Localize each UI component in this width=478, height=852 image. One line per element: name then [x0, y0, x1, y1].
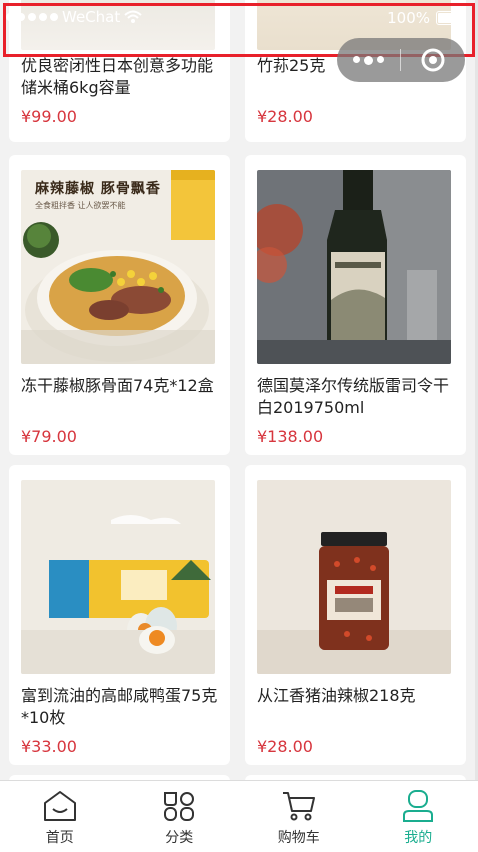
- tab-bar: 首页 分类 购物车 我的: [0, 780, 478, 852]
- chili-oil-image: [257, 480, 451, 674]
- product-card[interactable]: 富到流油的高邮咸鸭蛋75克*10枚 ¥33.00: [9, 465, 230, 765]
- tab-category-label: 分类: [165, 830, 194, 846]
- product-image: 麻辣藤椒 豚骨飘香 全食粗拌香 让人欲罢不能: [21, 170, 215, 364]
- tab-cart[interactable]: 购物车: [239, 781, 359, 852]
- tab-home-label: 首页: [45, 830, 74, 846]
- noodle-headline: 麻辣藤椒 豚骨飘香: [35, 181, 161, 197]
- product-title: 富到流油的高邮咸鸭蛋75克*10枚: [21, 686, 218, 727]
- close-button[interactable]: [401, 47, 464, 73]
- close-circle-icon: [421, 48, 444, 72]
- product-title: 德国莫泽尔传统版雷司令干白2019750ml: [257, 376, 450, 417]
- capsule-menu: [337, 38, 465, 82]
- product-image: [257, 480, 451, 674]
- product-image: [257, 170, 451, 364]
- noodle-subline: 全食粗拌香 让人欲罢不能: [35, 201, 126, 210]
- tab-home[interactable]: 首页: [0, 781, 120, 852]
- tab-cart-label: 购物车: [277, 830, 320, 846]
- product-price: ¥99.00: [21, 107, 77, 126]
- product-title: 冻干藤椒豚骨面74克*12盒: [21, 376, 214, 395]
- tab-category[interactable]: 分类: [120, 781, 240, 852]
- wine-image: [257, 170, 451, 364]
- product-price: ¥28.00: [257, 107, 313, 126]
- profile-icon: [403, 790, 434, 822]
- product-price: ¥33.00: [21, 737, 77, 756]
- product-card[interactable]: 德国莫泽尔传统版雷司令干白2019750ml ¥138.00: [245, 155, 466, 455]
- tab-profile-label: 我的: [404, 830, 433, 846]
- category-icon: [164, 792, 195, 821]
- product-card[interactable]: 从江香猪油辣椒218克 ¥28.00: [245, 465, 466, 765]
- product-price: ¥79.00: [21, 427, 77, 446]
- product-title: 优良密闭性日本创意多功能储米桶6kg容量: [21, 56, 214, 97]
- cart-icon: [282, 792, 315, 821]
- product-price: ¥138.00: [257, 427, 324, 446]
- more-button[interactable]: [337, 55, 400, 65]
- product-card[interactable]: 麻辣藤椒 豚骨飘香 全食粗拌香 让人欲罢不能 冻干藤椒豚骨面74克*12盒 ¥7…: [9, 155, 230, 455]
- duck-egg-image: [21, 480, 215, 674]
- home-icon: [43, 791, 76, 821]
- product-title: 从江香猪油辣椒218克: [257, 686, 416, 705]
- product-price: ¥28.00: [257, 737, 313, 756]
- tab-profile[interactable]: 我的: [359, 781, 478, 852]
- product-image: [21, 480, 215, 674]
